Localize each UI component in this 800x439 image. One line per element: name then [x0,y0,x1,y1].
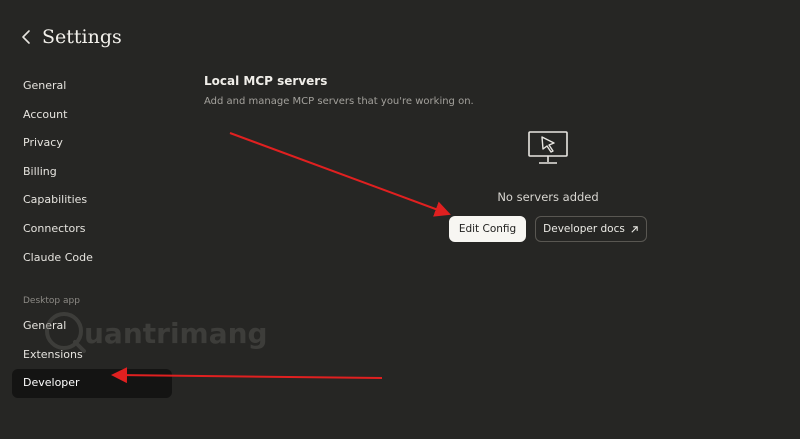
sidebar-item-account[interactable]: Account [12,101,172,130]
settings-sidebar: General Account Privacy Billing Capabili… [12,72,172,398]
sidebar-item-claude-code[interactable]: Claude Code [12,244,172,273]
edit-config-label: Edit Config [458,223,517,235]
sidebar-item-capabilities[interactable]: Capabilities [12,186,172,215]
developer-docs-button[interactable]: Developer docs [535,216,647,242]
section-title: Local MCP servers [204,74,328,88]
monitor-cursor-icon [528,131,568,164]
page-title: Settings [42,26,122,48]
local-mcp-section: Local MCP servers Add and manage MCP ser… [204,74,474,107]
settings-header: Settings [20,26,122,48]
sidebar-item-general[interactable]: General [12,72,172,101]
sidebar-item-developer[interactable]: Developer [12,369,172,398]
sidebar-item-privacy[interactable]: Privacy [12,129,172,158]
sidebar-item-desktop-general[interactable]: General [12,312,172,341]
sidebar-item-billing[interactable]: Billing [12,158,172,187]
sidebar-item-connectors[interactable]: Connectors [12,215,172,244]
sidebar-item-extensions[interactable]: Extensions [12,341,172,370]
empty-state: No servers added [448,130,648,204]
desktop-app-section-label: Desktop app [23,296,80,307]
empty-state-text: No servers added [497,190,599,204]
section-subtitle: Add and manage MCP servers that you're w… [204,96,474,107]
developer-docs-label: Developer docs [543,223,625,235]
annotation-arrow-edit-config [229,132,451,217]
edit-config-button[interactable]: Edit Config [449,216,526,242]
chevron-left-icon[interactable] [20,28,34,46]
arrow-up-right-icon [631,225,638,233]
